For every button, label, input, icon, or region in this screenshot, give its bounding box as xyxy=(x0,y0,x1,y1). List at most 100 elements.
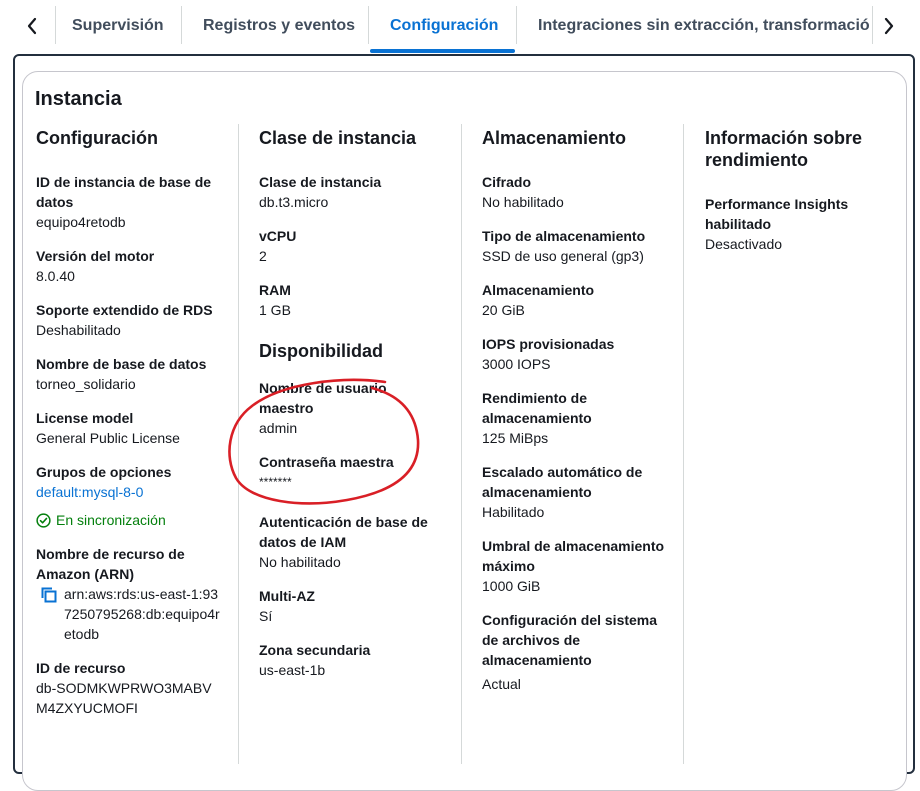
engine-version-value: 8.0.40 xyxy=(36,268,75,284)
tab-divider xyxy=(516,6,517,44)
tabs-scroll-right-button[interactable] xyxy=(874,8,904,44)
encryption-field: Cifrado No habilitado xyxy=(482,172,667,212)
chevron-left-icon xyxy=(27,17,37,35)
autoscaling-label: Escalado automático de almacenamiento xyxy=(482,464,643,500)
engine-version-field: Versión del motor 8.0.40 xyxy=(36,246,221,286)
tab-supervision[interactable]: Supervisión xyxy=(72,0,164,52)
tab-integraciones[interactable]: Integraciones sin extracción, transforma… xyxy=(538,0,870,52)
check-circle-icon xyxy=(36,512,51,528)
throughput-value: 125 MiBps xyxy=(482,430,549,446)
tab-bar: Supervisión Registros y eventos Configur… xyxy=(0,0,920,54)
max-threshold-label: Umbral de almacenamiento máximo xyxy=(482,538,665,574)
instance-class-field: Clase de instancia db.t3.micro xyxy=(259,172,444,212)
clase-instancia-column: Clase de instancia Clase de instancia db… xyxy=(259,127,444,694)
db-instance-id-field: ID de instancia de base de datos equipo4… xyxy=(36,172,221,232)
autoscaling-value: Habilitado xyxy=(482,504,545,520)
autoscaling-field: Escalado automático de almacenamiento Ha… xyxy=(482,462,667,522)
extended-support-field: Soporte extendido de RDS Deshabilitado xyxy=(36,300,221,340)
column-divider xyxy=(461,124,462,764)
iam-auth-label: Autenticación de base de datos de IAM xyxy=(259,514,428,550)
db-name-field: Nombre de base de datos torneo_solidario xyxy=(36,354,221,394)
encryption-value: No habilitado xyxy=(482,194,564,210)
storage-label: Almacenamiento xyxy=(482,282,595,298)
tab-registros-eventos[interactable]: Registros y eventos xyxy=(203,0,355,52)
option-groups-label: Grupos de opciones xyxy=(36,464,172,480)
almacenamiento-column: Almacenamiento Cifrado No habilitado Tip… xyxy=(482,127,667,708)
multi-az-field: Multi-AZ Sí xyxy=(259,586,444,626)
configuracion-column: Configuración ID de instancia de base de… xyxy=(36,127,221,732)
option-group-link[interactable]: default:mysql-8-0 xyxy=(36,482,221,502)
master-password-field: Contraseña maestra ******* xyxy=(259,452,444,492)
rendimiento-heading: Información sobre rendimiento xyxy=(705,128,863,170)
tab-configuracion[interactable]: Configuración xyxy=(390,0,498,52)
chevron-right-icon xyxy=(884,17,894,35)
db-instance-id-value: equipo4retodb xyxy=(36,214,126,230)
ram-field: RAM 1 GB xyxy=(259,280,444,320)
storage-type-label: Tipo de almacenamiento xyxy=(482,228,646,244)
iam-auth-field: Autenticación de base de datos de IAM No… xyxy=(259,512,444,572)
configuracion-heading: Configuración xyxy=(36,128,158,148)
storage-field: Almacenamiento 20 GiB xyxy=(482,280,667,320)
resource-id-field: ID de recurso db-SODMKWPRWO3MABVM4ZXYUCM… xyxy=(36,658,221,718)
fs-config-label: Configuración del sistema de archivos de… xyxy=(482,612,658,668)
secondary-zone-label: Zona secundaria xyxy=(259,642,371,658)
vcpu-label: vCPU xyxy=(259,228,297,244)
master-user-label: Nombre de usuario maestro xyxy=(259,380,387,416)
master-user-field: Nombre de usuario maestro admin xyxy=(259,378,444,438)
db-name-value: torneo_solidario xyxy=(36,376,136,392)
vcpu-field: vCPU 2 xyxy=(259,226,444,266)
performance-insights-field: Performance Insights habilitado Desactiv… xyxy=(705,194,890,254)
tab-divider xyxy=(368,6,369,44)
max-threshold-value: 1000 GiB xyxy=(482,578,541,594)
rendimiento-column: Información sobre rendimiento Performanc… xyxy=(705,127,890,268)
tab-divider xyxy=(55,6,56,44)
secondary-zone-value: us-east-1b xyxy=(259,662,326,678)
master-user-value: admin xyxy=(259,420,298,436)
copy-icon[interactable] xyxy=(40,586,58,604)
fs-config-field: Configuración del sistema de archivos de… xyxy=(482,610,667,694)
iops-label: IOPS provisionadas xyxy=(482,336,615,352)
license-model-field: License model General Public License xyxy=(36,408,221,448)
column-divider xyxy=(683,124,684,764)
db-name-label: Nombre de base de datos xyxy=(36,356,207,372)
resource-id-label: ID de recurso xyxy=(36,660,126,676)
ram-label: RAM xyxy=(259,282,291,298)
column-divider xyxy=(238,124,239,764)
disponibilidad-heading: Disponibilidad xyxy=(259,341,383,361)
storage-type-field: Tipo de almacenamiento SSD de uso genera… xyxy=(482,226,667,266)
extended-support-label: Soporte extendido de RDS xyxy=(36,302,213,318)
instance-class-label: Clase de instancia xyxy=(259,174,382,190)
throughput-label: Rendimiento de almacenamiento xyxy=(482,390,592,426)
multi-az-value: Sí xyxy=(259,608,273,624)
multi-az-label: Multi-AZ xyxy=(259,588,315,604)
tab-divider xyxy=(181,6,182,44)
engine-version-label: Versión del motor xyxy=(36,248,155,264)
sync-status: En sincronización xyxy=(36,510,221,530)
storage-type-value: SSD de uso general (gp3) xyxy=(482,248,644,264)
arn-value: arn:aws:rds:us-east-1:937250795268:db:eq… xyxy=(64,586,220,642)
arn-row: arn:aws:rds:us-east-1:937250795268:db:eq… xyxy=(36,584,221,644)
iam-auth-value: No habilitado xyxy=(259,554,341,570)
resource-id-value: db-SODMKWPRWO3MABVM4ZXYUCMOFI xyxy=(36,680,212,716)
extended-support-value: Deshabilitado xyxy=(36,322,121,338)
secondary-zone-field: Zona secundaria us-east-1b xyxy=(259,640,444,680)
master-password-value: ******* xyxy=(259,475,292,489)
ram-value: 1 GB xyxy=(259,302,291,318)
license-model-label: License model xyxy=(36,410,134,426)
db-instance-id-label: ID de instancia de base de datos xyxy=(36,174,212,210)
performance-insights-value: Desactivado xyxy=(705,236,783,252)
sync-status-text: En sincronización xyxy=(56,512,166,528)
master-password-label: Contraseña maestra xyxy=(259,454,394,470)
clase-instancia-heading: Clase de instancia xyxy=(259,128,417,148)
storage-value: 20 GiB xyxy=(482,302,525,318)
arn-field: Nombre de recurso de Amazon (ARN) arn:aw… xyxy=(36,544,221,644)
active-tab-indicator xyxy=(370,49,515,53)
panel-title: Instancia xyxy=(35,88,122,110)
tab-divider xyxy=(872,6,873,44)
iops-value: 3000 IOPS xyxy=(482,356,551,372)
tabs-scroll-left-button[interactable] xyxy=(17,8,47,44)
instance-class-value: db.t3.micro xyxy=(259,194,329,210)
iops-field: IOPS provisionadas 3000 IOPS xyxy=(482,334,667,374)
throughput-field: Rendimiento de almacenamiento 125 MiBps xyxy=(482,388,667,448)
max-threshold-field: Umbral de almacenamiento máximo 1000 GiB xyxy=(482,536,667,596)
